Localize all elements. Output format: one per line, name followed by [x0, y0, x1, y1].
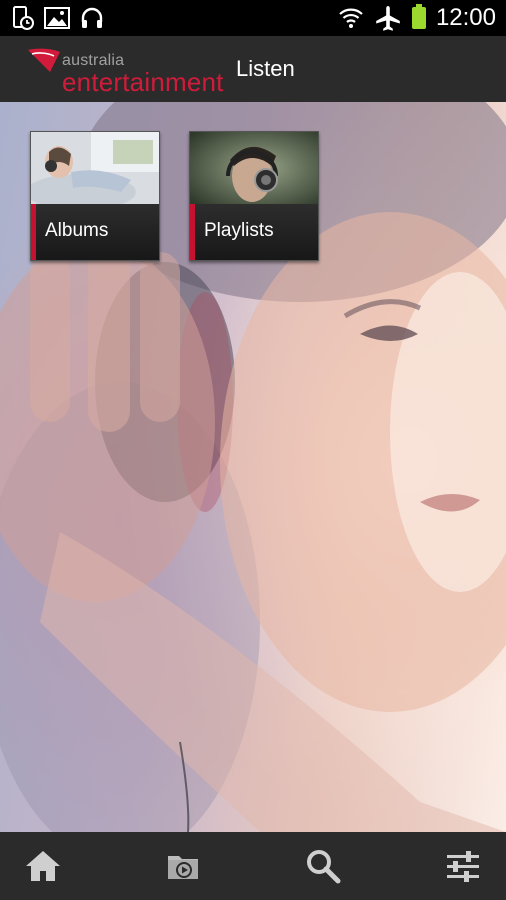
status-left-icons — [12, 6, 104, 30]
albums-tile[interactable]: Albums — [30, 131, 160, 261]
search-icon[interactable] — [304, 848, 342, 884]
image-icon — [44, 7, 70, 29]
playlists-label: Playlists — [204, 220, 274, 241]
home-icon[interactable] — [24, 848, 62, 884]
airplane-mode-icon — [376, 6, 400, 31]
albums-label: Albums — [45, 220, 109, 241]
status-time: 12:00 — [435, 4, 496, 31]
playlists-thumbnail — [190, 132, 318, 204]
albums-tile-accent — [31, 204, 36, 260]
phone-status-icon — [13, 6, 34, 30]
status-right-icons: 12:00 — [338, 4, 496, 32]
media-folder-icon[interactable] — [164, 848, 202, 884]
status-bar: 12:00 — [0, 0, 506, 36]
albums-thumbnail — [31, 132, 159, 204]
virgin-badge-icon — [28, 48, 60, 72]
wifi-icon — [339, 8, 363, 28]
battery-icon — [411, 4, 426, 29]
bottom-navigation — [0, 832, 506, 900]
playlists-tile[interactable]: Playlists — [189, 131, 319, 261]
logo-text-entertainment: entertainment — [62, 67, 224, 97]
settings-sliders-icon[interactable] — [444, 848, 482, 884]
page-title: Listen — [236, 56, 295, 81]
main-content: Albums Playlists — [0, 102, 506, 832]
app-header: australia entertainment Listen — [0, 36, 506, 102]
headphones-icon — [81, 7, 103, 28]
playlists-tile-accent — [190, 204, 195, 260]
virgin-australia-entertainment-logo[interactable]: australia entertainment — [26, 44, 226, 97]
